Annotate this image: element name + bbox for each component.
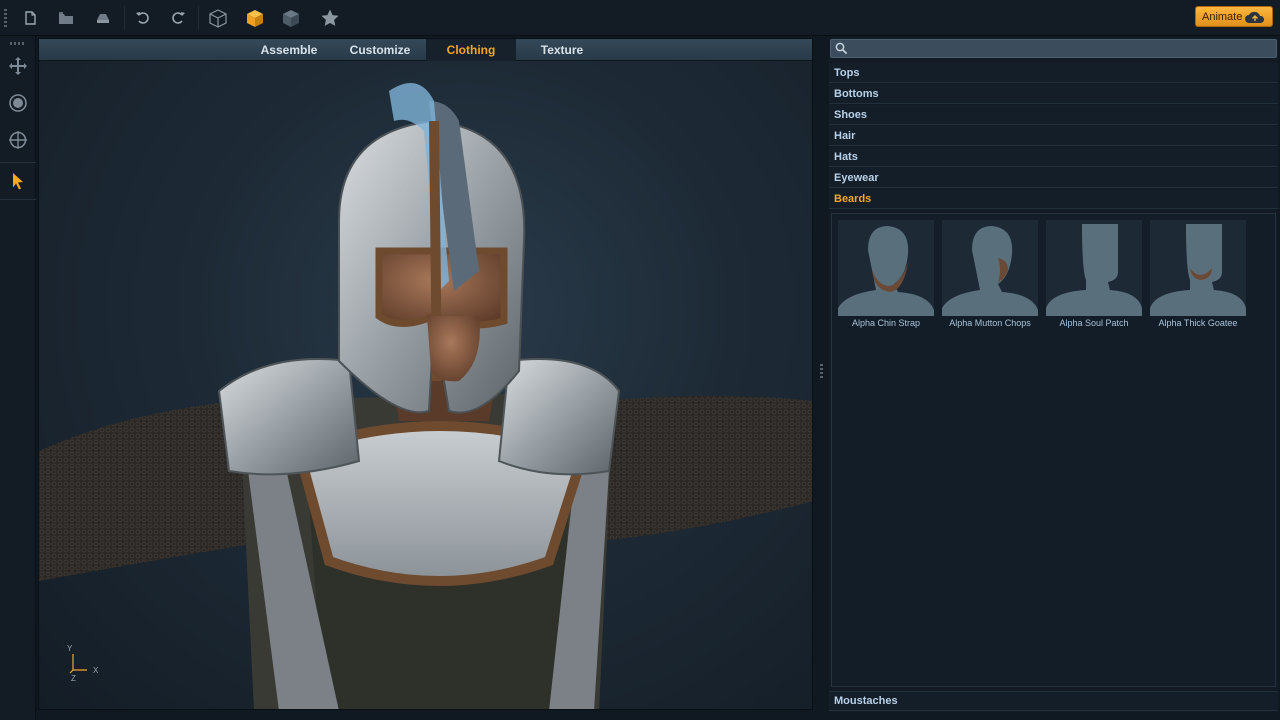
- bust-thumbnail: [838, 220, 934, 316]
- beard-items-grid: Alpha Chin Strap Alpha Mutton Chops Alph…: [831, 213, 1276, 687]
- axis-label-z: Z: [71, 674, 76, 683]
- mode-tabs: Assemble Customize Clothing Texture: [39, 39, 813, 61]
- tab-assemble[interactable]: Assemble: [239, 39, 339, 61]
- star-icon[interactable]: [316, 4, 344, 32]
- axis-label-x: X: [93, 666, 98, 675]
- item-label: Alpha Soul Patch: [1040, 318, 1148, 328]
- 3d-viewport[interactable]: Assemble Customize Clothing Texture: [38, 38, 813, 710]
- item-label: Alpha Mutton Chops: [936, 318, 1044, 328]
- tool-separator: [0, 199, 36, 200]
- toolbar-separator: [198, 6, 199, 30]
- undo-icon[interactable]: [128, 4, 156, 32]
- category-hats[interactable]: Hats: [829, 147, 1278, 167]
- box-outline-icon[interactable]: [204, 4, 232, 32]
- app-window: Animate Assemble Customize Clothing: [0, 0, 1280, 720]
- item-alpha-soul-patch[interactable]: Alpha Soul Patch: [1046, 220, 1142, 332]
- pointer-icon[interactable]: [4, 167, 32, 195]
- category-moustaches[interactable]: Moustaches: [829, 691, 1278, 711]
- animate-button-label: Animate: [1202, 11, 1242, 23]
- target-icon[interactable]: [4, 126, 32, 154]
- new-file-icon[interactable]: [16, 4, 44, 32]
- axis-label-y: Y: [67, 644, 72, 653]
- search-icon: [835, 42, 848, 55]
- bust-thumbnail: [942, 220, 1038, 316]
- rotate-icon[interactable]: [4, 89, 32, 117]
- item-label: Alpha Chin Strap: [832, 318, 940, 328]
- box-dark-icon[interactable]: [277, 4, 305, 32]
- category-shoes[interactable]: Shoes: [829, 105, 1278, 125]
- box-solid-icon[interactable]: [241, 4, 269, 32]
- bust-thumbnail: [1150, 220, 1246, 316]
- item-alpha-mutton-chops[interactable]: Alpha Mutton Chops: [942, 220, 1038, 332]
- bust-thumbnail: [1046, 220, 1142, 316]
- tool-strip-grip[interactable]: [10, 42, 26, 45]
- category-eyewear[interactable]: Eyewear: [829, 168, 1278, 188]
- tab-texture[interactable]: Texture: [517, 39, 607, 61]
- item-label: Alpha Thick Goatee: [1144, 318, 1252, 328]
- tab-clothing[interactable]: Clothing: [426, 39, 516, 61]
- category-tops[interactable]: Tops: [829, 63, 1278, 83]
- search-input[interactable]: [851, 41, 1271, 56]
- left-tool-strip: [0, 36, 36, 720]
- toolbar-separator: [124, 6, 125, 30]
- item-alpha-thick-goatee[interactable]: Alpha Thick Goatee: [1150, 220, 1246, 332]
- redo-icon[interactable]: [165, 4, 193, 32]
- category-bottoms[interactable]: Bottoms: [829, 84, 1278, 104]
- save-icon[interactable]: [89, 4, 117, 32]
- tab-customize[interactable]: Customize: [335, 39, 425, 61]
- item-alpha-chin-strap[interactable]: Alpha Chin Strap: [838, 220, 934, 332]
- top-toolbar: Animate: [0, 0, 1280, 36]
- panel-splitter[interactable]: [820, 364, 823, 380]
- axis-gizmo-icon: [67, 650, 91, 676]
- search-box[interactable]: [830, 39, 1277, 58]
- animate-button[interactable]: Animate: [1195, 6, 1273, 27]
- content-library-panel: Tops Bottoms Shoes Hair Hats Eyewear Bea…: [829, 38, 1278, 712]
- cloud-upload-icon: [1244, 11, 1266, 24]
- character-model[interactable]: [39, 61, 813, 710]
- category-hair[interactable]: Hair: [829, 126, 1278, 146]
- move-icon[interactable]: [4, 52, 32, 80]
- tool-separator: [0, 162, 36, 163]
- category-beards[interactable]: Beards: [829, 189, 1278, 209]
- open-folder-icon[interactable]: [52, 4, 80, 32]
- toolbar-grip[interactable]: [4, 9, 7, 27]
